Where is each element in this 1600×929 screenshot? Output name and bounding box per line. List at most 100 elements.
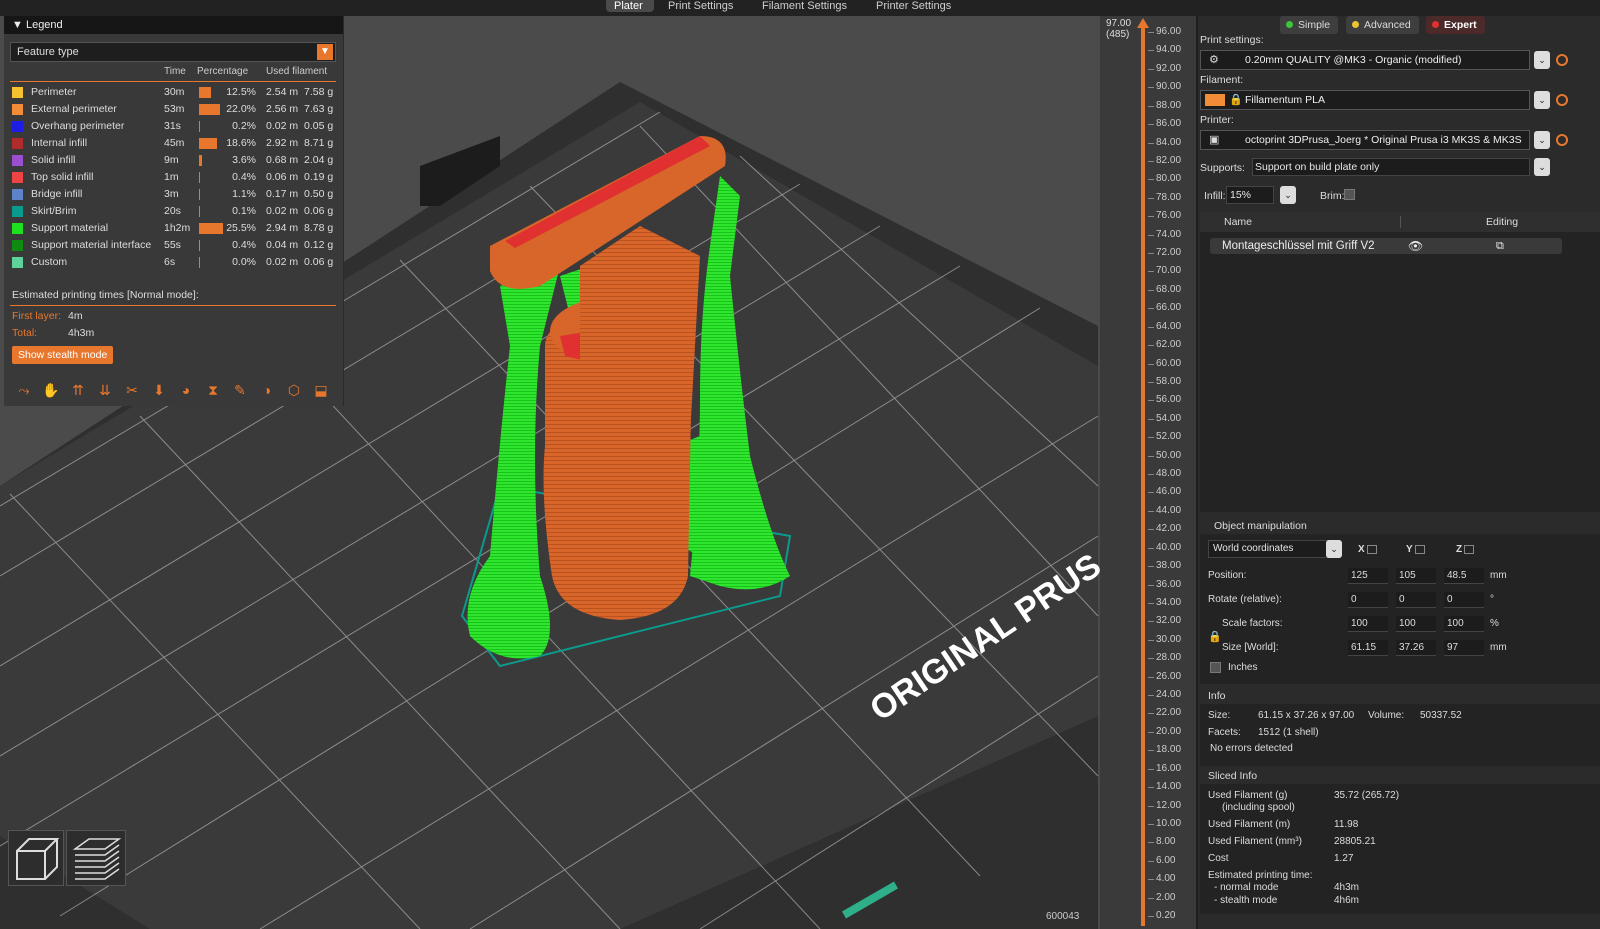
scale-z-input[interactable]: 100 — [1444, 616, 1484, 632]
brim-checkbox[interactable] — [1344, 189, 1355, 200]
shells-icon[interactable]: ⬡ — [284, 380, 304, 400]
slider-tick-mark — [1148, 860, 1154, 862]
legend-header[interactable]: ▼ Legend — [4, 16, 343, 34]
object-list-item[interactable]: Montageschlüssel mit Griff V2 👁 ⧉ — [1210, 238, 1562, 254]
object-manipulation-title: Object manipulation — [1214, 520, 1307, 532]
legend-grams: 7.63 g — [304, 103, 334, 115]
used-g-label: Used Filament (g) — [1208, 790, 1288, 801]
mode-simple-button[interactable]: Simple — [1280, 16, 1339, 34]
slider-upper-thumb[interactable] — [1137, 18, 1149, 28]
first-layer-row: First layer: 4m — [12, 310, 83, 322]
tab-filament-settings[interactable]: Filament Settings — [754, 0, 862, 12]
legend-grams: 0.19 g — [304, 171, 334, 183]
lock-icon[interactable]: 🔒 — [1208, 630, 1222, 643]
printer-combo[interactable]: ▣ octoprint 3DPrusa_Joerg * Original Pru… — [1200, 130, 1530, 150]
collapse-triangle-icon[interactable]: ▼ — [12, 16, 26, 34]
feature-type-value: Feature type — [17, 46, 79, 58]
size-y-input[interactable]: 37.26 — [1396, 640, 1436, 656]
show-stealth-mode-button[interactable]: Show stealth mode — [12, 346, 114, 364]
legend-row[interactable]: Support material interface 55s 0.4% 0.04 m 0… — [4, 237, 344, 254]
legend-time: 1m — [164, 171, 179, 183]
slider-tick-label: 54.00 — [1156, 412, 1182, 424]
legend-percentage: 0.2% — [232, 120, 256, 132]
print-settings-combo[interactable]: ⚙ 0.20mm QUALITY @MK3 - Organic (modifie… — [1200, 50, 1530, 70]
tab-print-settings[interactable]: Print Settings — [660, 0, 748, 12]
custom-gcode-icon[interactable]: ✎ — [230, 380, 250, 400]
filament-gear-icon[interactable] — [1556, 94, 1568, 106]
tab-plater[interactable]: Plater — [606, 0, 654, 12]
infill-combo[interactable]: 15% — [1226, 186, 1274, 204]
rotate-y-input[interactable]: 0 — [1396, 592, 1436, 608]
legend-row[interactable]: Skirt/Brim 20s 0.1% 0.02 m 0.06 g — [4, 203, 344, 220]
filament-combo[interactable]: 🔒 Fillamentum PLA — [1200, 90, 1530, 110]
layers-view-button[interactable] — [66, 830, 126, 886]
legend-percentage-bar — [199, 138, 217, 149]
scale-x-input[interactable]: 100 — [1348, 616, 1388, 632]
coordinates-select[interactable]: World coordinates — [1208, 540, 1332, 558]
center-of-gravity-icon[interactable]: ◑ — [257, 380, 277, 400]
legend-time: 9m — [164, 154, 179, 166]
scale-y-input[interactable]: 100 — [1396, 616, 1436, 632]
legend-row[interactable]: Internal infill 45m 18.6% 2.92 m 8.71 g — [4, 135, 344, 152]
slider-tick-mark — [1148, 492, 1154, 494]
retractions-icon[interactable]: ⇈ — [68, 380, 88, 400]
chevron-down-icon[interactable]: ⌄ — [1534, 51, 1550, 69]
position-y-input[interactable]: 105 — [1396, 568, 1436, 584]
size-x-input[interactable]: 61.15 — [1348, 640, 1388, 656]
legend-row[interactable]: Bridge infill 3m 1.1% 0.17 m 0.50 g — [4, 186, 344, 203]
mode-advanced-button[interactable]: Advanced — [1346, 16, 1419, 34]
inches-checkbox[interactable] — [1210, 662, 1221, 673]
printer-gear-icon[interactable] — [1556, 134, 1568, 146]
size-z-input[interactable]: 97 — [1444, 640, 1484, 656]
legend-row[interactable]: External perimeter 53m 22.0% 2.56 m 7.63 g — [4, 101, 344, 118]
legend-time: 6s — [164, 256, 176, 268]
legend-percentage-bar — [199, 155, 203, 166]
legend-percentage-bar — [199, 104, 220, 115]
feature-type-select[interactable]: Feature type ▼ — [10, 42, 336, 62]
position-x-input[interactable]: 125 — [1348, 568, 1388, 584]
eye-icon[interactable]: 👁 — [1408, 238, 1423, 254]
legend-row[interactable]: Top solid infill 1m 0.4% 0.06 m 0.19 g — [4, 169, 344, 186]
3d-view-button[interactable] — [8, 830, 64, 886]
chevron-down-icon[interactable]: ⌄ — [1534, 158, 1550, 176]
slider-tick-label: 86.00 — [1156, 118, 1182, 130]
mode-expert-button[interactable]: Expert — [1426, 16, 1485, 34]
rotate-z-input[interactable]: 0 — [1444, 592, 1484, 608]
legend-color-swatch — [12, 121, 23, 132]
legend-meters: 0.02 m — [266, 120, 299, 132]
tool-marker-icon[interactable]: ⬓ — [311, 380, 331, 400]
legend-row[interactable]: Perimeter 30m 12.5% 2.54 m 7.58 g — [4, 84, 344, 101]
position-z-input[interactable]: 48.5 — [1444, 568, 1484, 584]
tab-printer-settings[interactable]: Printer Settings — [868, 0, 968, 12]
edit-icon[interactable]: ⧉ — [1496, 238, 1504, 254]
pause-icon[interactable]: ⧗ — [203, 380, 223, 400]
seams-icon[interactable]: ✂ — [122, 380, 142, 400]
tool-changes-icon[interactable]: ⬇ — [149, 380, 169, 400]
legend-row[interactable]: Solid infill 9m 3.6% 0.68 m 2.04 g — [4, 152, 344, 169]
slider-track[interactable] — [1141, 26, 1145, 926]
slider-tick-mark — [1148, 50, 1154, 52]
wipe-icon[interactable]: ✋ — [41, 380, 61, 400]
chevron-down-icon[interactable]: ⌄ — [1534, 91, 1550, 109]
chevron-down-icon[interactable]: ▼ — [317, 44, 333, 60]
slider-tick-mark — [1148, 271, 1154, 273]
legend-row[interactable]: Overhang perimeter 31s 0.2% 0.02 m 0.05 g — [4, 118, 344, 135]
slider-tick-mark — [1148, 197, 1154, 199]
settings-gear-icon[interactable] — [1556, 54, 1568, 66]
deretractions-icon[interactable]: ⇊ — [95, 380, 115, 400]
mode-dot-icon — [1432, 21, 1439, 28]
slider-tick-label: 64.00 — [1156, 320, 1182, 332]
legend-percentage-bar — [199, 223, 223, 234]
chevron-down-icon[interactable]: ⌄ — [1280, 186, 1296, 204]
travel-icon[interactable]: ⤳ — [14, 380, 34, 400]
settings-sidebar: Simple Advanced Expert Print settings: ⚙ 0… — [1198, 16, 1600, 929]
legend-row[interactable]: Custom 6s 0.0% 0.02 m 0.06 g — [4, 254, 344, 271]
supports-combo[interactable]: Support on build plate only — [1252, 158, 1530, 176]
color-changes-icon[interactable]: ◕ — [176, 380, 196, 400]
chevron-down-icon[interactable]: ⌄ — [1326, 540, 1342, 558]
legend-row[interactable]: Support material 1h2m 25.5% 2.94 m 8.78 g — [4, 220, 344, 237]
rotate-x-input[interactable]: 0 — [1348, 592, 1388, 608]
slider-tick-label: 16.00 — [1156, 762, 1182, 774]
chevron-down-icon[interactable]: ⌄ — [1534, 131, 1550, 149]
layer-slider[interactable]: 97.00 (485) 96.00 94.00 92.00 90.00 88.00 86.… — [1100, 16, 1196, 929]
